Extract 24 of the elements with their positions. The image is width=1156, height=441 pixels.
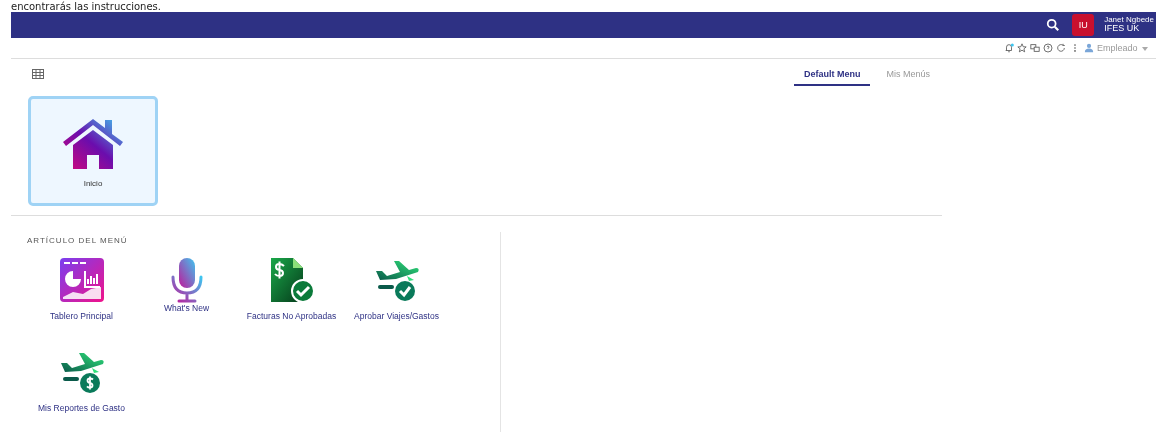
menu-item[interactable]: Aprobar Viajes/Gastos — [344, 257, 449, 321]
instruction-text: encontrarás las instrucciones. — [11, 1, 161, 12]
chat-icon[interactable] — [1029, 43, 1040, 53]
menu-item[interactable]: Tablero Principal — [29, 257, 134, 321]
more-icon[interactable] — [1072, 43, 1077, 53]
refresh-icon[interactable] — [1055, 43, 1066, 53]
caret-icon — [1142, 46, 1148, 51]
grid-icon[interactable] — [32, 68, 44, 79]
person-icon — [1083, 43, 1094, 53]
dashboard-chart-icon — [58, 257, 105, 303]
menu-tile[interactable]: Inicio — [28, 96, 158, 206]
menu-item[interactable]: Mis Reportes de Gasto — [29, 349, 134, 413]
organization-name: IFES UK — [1104, 24, 1140, 35]
bell-icon[interactable] — [1003, 43, 1014, 53]
menu-item[interactable]: Facturas No Aprobadas — [239, 257, 344, 321]
user-avatar[interactable]: IU — [1072, 14, 1095, 36]
section-heading: ARTÍCULO DEL MENÚ — [27, 236, 129, 245]
star-icon[interactable] — [1016, 43, 1027, 53]
menu-item[interactable]: What's New — [134, 257, 239, 321]
search-icon[interactable] — [1046, 18, 1061, 32]
invoice-check-icon — [268, 257, 315, 303]
menu-tab[interactable]: Default Menu — [793, 67, 871, 86]
help-icon[interactable] — [1042, 43, 1053, 53]
user-name: Janet Ngbede — [1104, 15, 1154, 25]
